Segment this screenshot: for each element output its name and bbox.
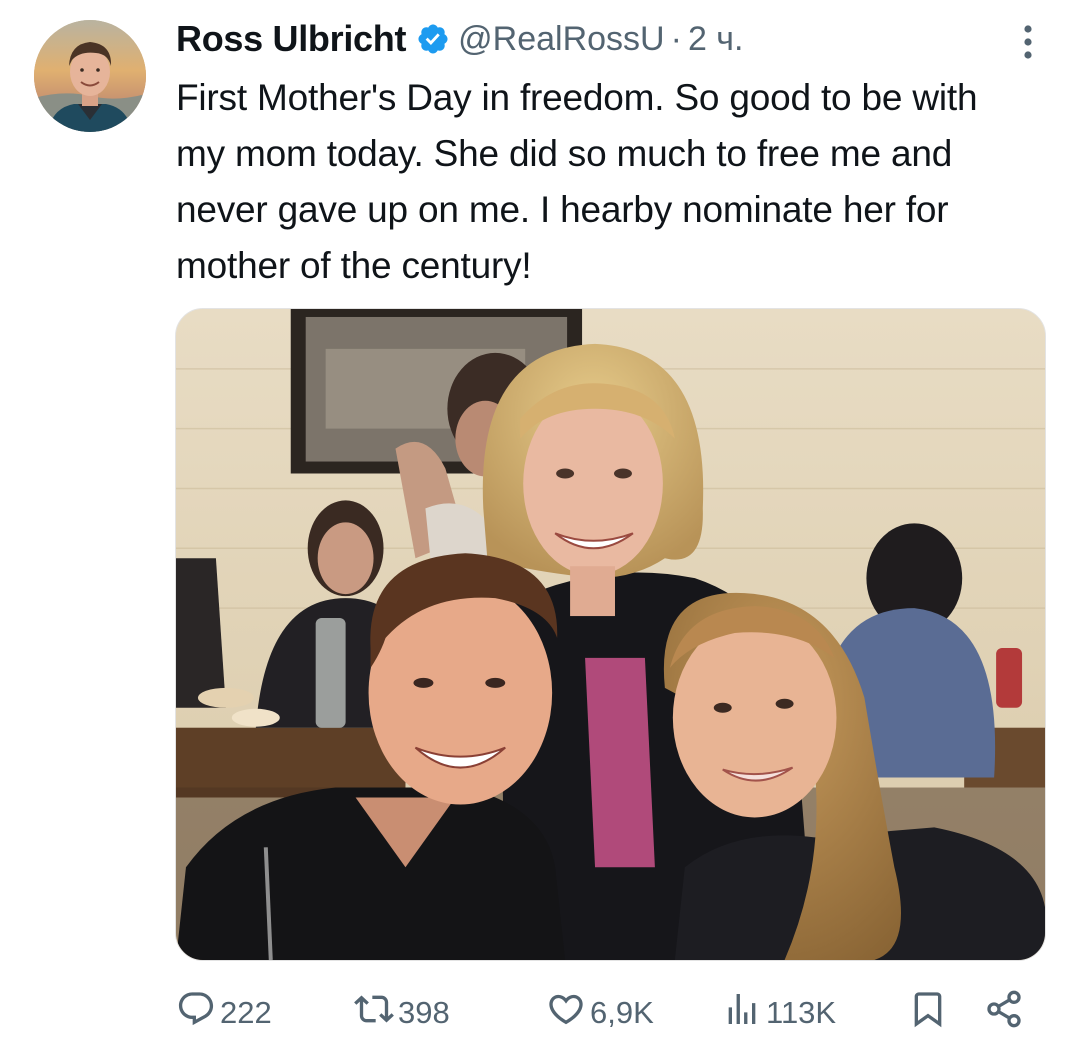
reply-button[interactable]: 222 [176, 990, 272, 1036]
tweet-photo[interactable] [175, 308, 1046, 961]
retweet-button[interactable]: 398 [354, 990, 450, 1036]
bookmark-button[interactable] [908, 990, 948, 1036]
views-chart-icon [722, 989, 762, 1037]
reply-icon [176, 989, 216, 1037]
views-button[interactable]: 113K [722, 990, 836, 1036]
tweet-time[interactable]: 2 ч. [688, 20, 744, 59]
verified-badge-icon [416, 22, 450, 56]
avatar[interactable] [34, 20, 146, 132]
like-button[interactable]: 6,9K [546, 990, 654, 1036]
author-handle[interactable]: @RealRossU [458, 20, 664, 59]
more-vertical-icon[interactable] [1022, 24, 1034, 60]
action-bar: 222 398 6,9K 113K [176, 990, 1036, 1036]
author-name[interactable]: Ross Ulbricht [176, 18, 406, 60]
share-icon [984, 989, 1024, 1037]
share-button[interactable] [984, 990, 1024, 1036]
like-count: 6,9K [590, 995, 654, 1030]
retweet-count: 398 [398, 995, 450, 1030]
tweet-text: First Mother's Day in freedom. So good t… [176, 77, 978, 286]
heart-icon [546, 989, 586, 1037]
retweet-icon [354, 989, 394, 1037]
tweet-header: Ross Ulbricht @RealRossU · 2 ч. [176, 14, 743, 64]
separator-dot: · [670, 19, 682, 58]
reply-count: 222 [220, 995, 272, 1030]
bookmark-icon [908, 989, 948, 1037]
tweet: Ross Ulbricht @RealRossU · 2 ч. First Mo… [0, 0, 1080, 1047]
views-count: 113K [766, 995, 837, 1030]
